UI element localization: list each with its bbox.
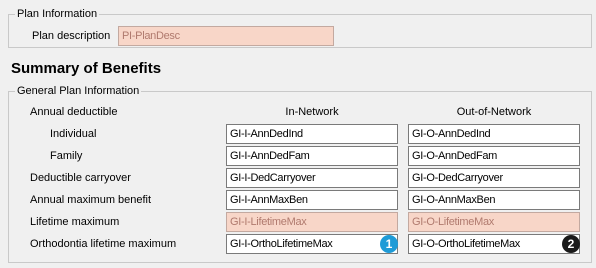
deductible-carryover-label: Deductible carryover (30, 172, 131, 184)
summary-of-benefits-title: Summary of Benefits (11, 60, 162, 77)
in-network-annual-max-benefit-field[interactable]: GI-I-AnnMaxBen (226, 190, 398, 210)
in-network-deductible-carryover-field[interactable]: GI-I-DedCarryover (226, 168, 398, 188)
callout-badge-1: 1 (380, 235, 398, 253)
plan-description-label: Plan description (32, 30, 111, 42)
out-network-ortho-lifetime-max-field[interactable]: GI-O-OrthoLifetimeMax (408, 234, 580, 254)
in-network-family-field[interactable]: GI-I-AnnDedFam (226, 146, 398, 166)
in-network-column-header: In-Network (285, 106, 339, 118)
family-label: Family (50, 150, 83, 162)
plan-information-legend: Plan Information (15, 7, 100, 21)
lifetime-maximum-label: Lifetime maximum (30, 216, 120, 228)
out-of-network-column-header: Out-of-Network (456, 106, 532, 118)
in-network-lifetime-max-field[interactable]: GI-I-LifetimeMax (226, 212, 398, 232)
annual-deductible-label: Annual deductible (30, 106, 118, 118)
individual-label: Individual (50, 128, 97, 140)
out-network-individual-field[interactable]: GI-O-AnnDedInd (408, 124, 580, 144)
annual-maximum-benefit-label: Annual maximum benefit (30, 194, 152, 206)
orthodontia-lifetime-maximum-label: Orthodontia lifetime maximum (30, 238, 177, 250)
in-network-individual-field[interactable]: GI-I-AnnDedInd (226, 124, 398, 144)
general-plan-information-legend: General Plan Information (15, 84, 142, 98)
out-network-family-field[interactable]: GI-O-AnnDedFam (408, 146, 580, 166)
plan-description-field[interactable]: PI-PlanDesc (118, 26, 334, 46)
out-network-annual-max-benefit-field[interactable]: GI-O-AnnMaxBen (408, 190, 580, 210)
out-network-deductible-carryover-field[interactable]: GI-O-DedCarryover (408, 168, 580, 188)
out-network-lifetime-max-field[interactable]: GI-O-LifetimeMax (408, 212, 580, 232)
callout-badge-2: 2 (562, 235, 580, 253)
in-network-ortho-lifetime-max-field[interactable]: GI-I-OrthoLifetimeMax (226, 234, 398, 254)
